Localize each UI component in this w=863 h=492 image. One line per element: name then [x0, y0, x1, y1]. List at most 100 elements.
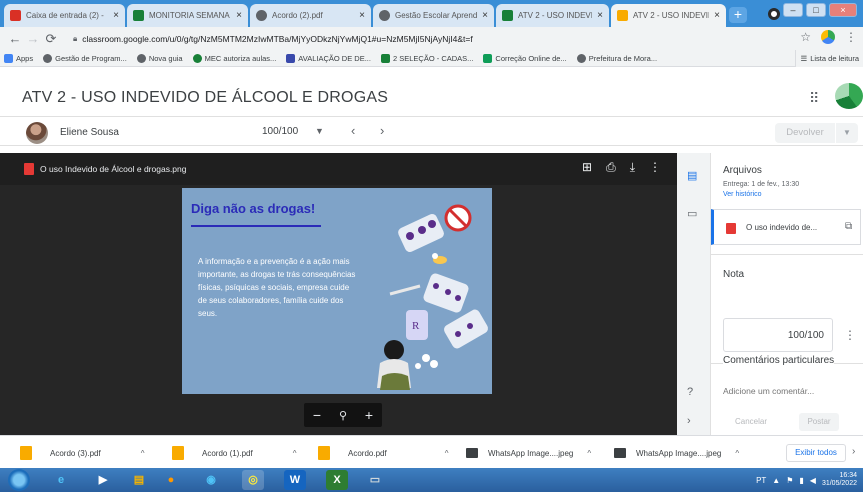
bookmark-item[interactable]: Prefeitura de Mora... [576, 53, 657, 63]
address-bar[interactable]: 🔒︎ classroom.google.com/u/0/g/tg/NzM5MTM… [73, 30, 793, 47]
download-options-icon[interactable]: ^ [141, 449, 145, 458]
files-tab-icon[interactable]: ▤ [687, 169, 697, 182]
collapse-panel-icon[interactable]: › [687, 415, 691, 427]
tab-close-icon[interactable]: × [236, 10, 242, 21]
tab-gmail[interactable]: Caixa de entrada (2) - × [4, 4, 125, 27]
bookmark-item[interactable]: Apps [4, 53, 33, 63]
post-comment-button[interactable]: Postar [799, 413, 839, 431]
bookmark-item[interactable]: Nova guia [136, 53, 183, 63]
tray-arrow-icon[interactable]: ▲ [772, 476, 780, 485]
tab-close-icon[interactable]: × [714, 10, 720, 21]
taskbar-app-8[interactable]: ▭ [364, 470, 386, 490]
reload-icon[interactable]: ⟳ [42, 31, 60, 47]
download-item[interactable]: WhatsApp Image....jpeg ^ [466, 442, 591, 464]
start-button[interactable] [8, 469, 30, 491]
apps-grid-icon[interactable]: ⠿ [809, 90, 819, 107]
download-icon[interactable]: ⤓ [630, 160, 635, 175]
open-external-icon[interactable]: ⧉ [845, 221, 852, 232]
tab-atv2-active[interactable]: ATV 2 - USO INDEVIDO × [611, 4, 726, 27]
download-item[interactable]: Acordo.pdf ^ [318, 442, 448, 464]
forward-icon[interactable]: → [24, 31, 42, 46]
taskbar-app-chrome[interactable]: ◎ [242, 470, 264, 490]
taskbar-app-explorer[interactable]: ▤ [128, 470, 150, 490]
divider [711, 254, 863, 255]
star-icon[interactable]: ☆ [800, 30, 811, 44]
download-item[interactable]: WhatsApp Image....jpeg ^ [614, 442, 739, 464]
new-tab-button[interactable]: + [729, 7, 747, 23]
show-all-downloads-button[interactable]: Exibir todos [786, 444, 846, 462]
taskbar-app-media[interactable]: ▶ [92, 470, 114, 490]
tab-title: Gestão Escolar Aprendiz [395, 11, 478, 20]
menu-dots-icon[interactable]: ⋮ [845, 30, 857, 44]
grade-more-icon[interactable]: ⋮ [844, 328, 856, 342]
viewer-toolbar: O uso Indevido de Álcool e drogas.png ⊞ … [0, 153, 677, 185]
classroom-icon [617, 10, 628, 21]
zoom-in-button[interactable]: + [365, 407, 373, 423]
volume-icon[interactable]: ◀︎ [810, 476, 816, 485]
close-window-button[interactable]: × [829, 3, 857, 17]
tab-atv2-a[interactable]: ATV 2 - USO INDEVIDO × [496, 4, 609, 27]
student-dropdown-icon[interactable]: ▼ [315, 126, 324, 136]
print-icon[interactable]: ⎙ [606, 160, 616, 175]
tab-close-icon[interactable]: × [359, 10, 365, 21]
bookmark-item[interactable]: MEC autoriza aulas... [192, 53, 276, 63]
bookmark-item[interactable]: Gestão de Program... [43, 53, 127, 63]
add-comment-icon[interactable]: ⊞ [582, 160, 592, 175]
back-icon[interactable]: ← [6, 31, 24, 46]
bookmark-item[interactable]: AVALIAÇÃO DE DE... [286, 53, 371, 63]
tab-close-icon[interactable]: × [482, 10, 488, 21]
next-student-button[interactable]: › [380, 123, 384, 138]
pill-blister-icon [398, 213, 444, 253]
bookmark-label: AVALIAÇÃO DE DE... [298, 53, 371, 63]
help-icon[interactable]: ? [687, 386, 693, 398]
taskbar-app-firefox[interactable]: ● [160, 470, 182, 490]
apps-grid-icon [4, 53, 13, 63]
grade-section-title: Nota [723, 269, 745, 280]
taskbar-app-4[interactable]: ◉ [200, 470, 222, 490]
more-options-icon[interactable]: ⋮ [649, 160, 661, 175]
slide-image: Diga não as drogas! A informação e a pre… [182, 188, 492, 394]
reading-list-button[interactable]: ☰ Lista de leitura [795, 50, 863, 67]
maximize-button[interactable]: □ [806, 3, 826, 17]
slide-underline [191, 225, 321, 227]
clock[interactable]: 16:34 31/05/2022 [822, 472, 857, 488]
tab-acordo[interactable]: Acordo (2).pdf × [250, 4, 371, 27]
download-options-icon[interactable]: ^ [293, 449, 297, 458]
grade-input[interactable]: 100/100 [723, 318, 833, 352]
comments-tab-icon[interactable]: ▭ [687, 207, 697, 220]
bookmark-item[interactable]: Correção Online de... [483, 53, 567, 63]
download-item[interactable]: Acordo (1).pdf ^ [172, 442, 296, 464]
taskbar-app-excel[interactable]: X [326, 470, 348, 490]
browser-tab-strip: Caixa de entrada (2) - × MONITORIA SEMAN… [0, 0, 863, 27]
language-indicator[interactable]: PT [756, 476, 766, 485]
return-button[interactable]: Devolver [775, 123, 835, 143]
minimize-button[interactable]: – [783, 3, 803, 17]
return-options-icon[interactable]: ▼ [836, 123, 858, 143]
bookmark-item[interactable]: 2 SELEÇÃO - CADAS... [380, 53, 473, 63]
system-tray: PT ▲ ⚑ ▮ ◀︎ 16:34 31/05/2022 [756, 472, 857, 488]
network-icon[interactable]: ▮ [799, 476, 803, 485]
student-name[interactable]: Eliene Sousa [60, 127, 119, 138]
previous-student-button[interactable]: ‹ [351, 123, 355, 138]
tab-monitoria[interactable]: MONITORIA SEMANA × [127, 4, 248, 27]
private-comment-input[interactable] [723, 380, 851, 402]
download-options-icon[interactable]: ^ [587, 449, 591, 458]
zoom-out-button[interactable]: − [313, 407, 321, 423]
profile-icon[interactable] [768, 8, 780, 20]
reading-list-icon: ☰ [800, 54, 808, 63]
download-options-icon[interactable]: ^ [445, 449, 449, 458]
taskbar-app-word[interactable]: W [284, 470, 306, 490]
close-shelf-icon[interactable]: › [852, 446, 855, 457]
tab-close-icon[interactable]: × [113, 10, 119, 21]
tab-close-icon[interactable]: × [597, 10, 603, 21]
attachment-card[interactable]: O uso indevido de... ⧉ [711, 209, 861, 245]
extension-icon[interactable] [821, 30, 835, 44]
history-link[interactable]: Ver histórico [723, 191, 762, 198]
flag-icon[interactable]: ⚑ [786, 476, 793, 485]
taskbar-app-ie[interactable]: e [50, 470, 72, 490]
tab-gestao[interactable]: Gestão Escolar Aprendiz × [373, 4, 494, 27]
download-options-icon[interactable]: ^ [735, 449, 739, 458]
download-item[interactable]: Acordo (3).pdf ^ [20, 442, 144, 464]
account-avatar[interactable] [835, 83, 863, 109]
cancel-comment-button[interactable]: Cancelar [735, 417, 767, 426]
